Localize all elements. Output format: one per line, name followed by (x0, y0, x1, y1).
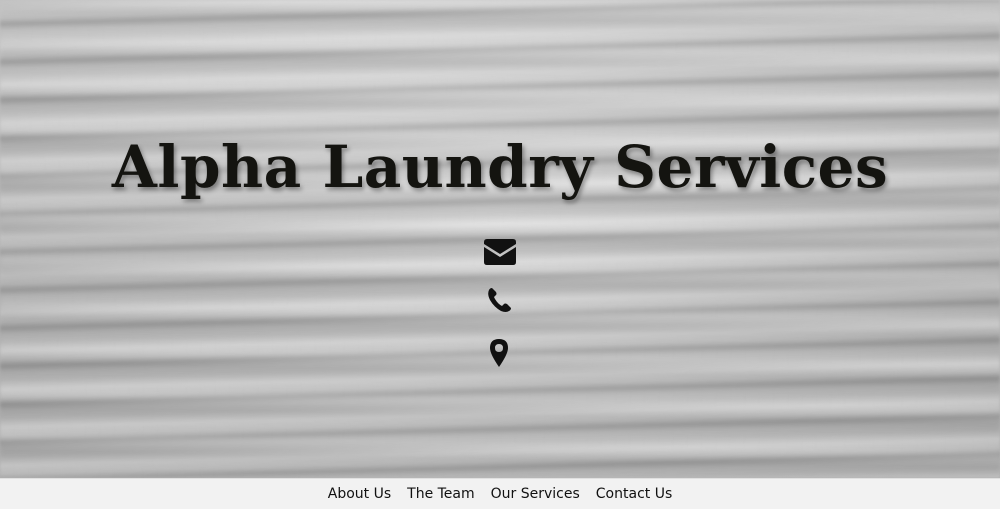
site-title: Alpha Laundry Services (111, 133, 889, 201)
nav-the-team[interactable]: The Team (407, 486, 475, 502)
nav-contact-us[interactable]: Contact Us (596, 486, 672, 502)
map-marker-icon[interactable] (488, 338, 510, 368)
hero-section: Alpha Laundry Services (0, 0, 1000, 478)
footer-nav: About Us The Team Our Services Contact U… (0, 478, 1000, 509)
envelope-icon[interactable] (483, 238, 517, 266)
nav-about-us[interactable]: About Us (328, 486, 391, 502)
phone-icon[interactable] (486, 286, 514, 314)
nav-our-services[interactable]: Our Services (491, 486, 580, 502)
